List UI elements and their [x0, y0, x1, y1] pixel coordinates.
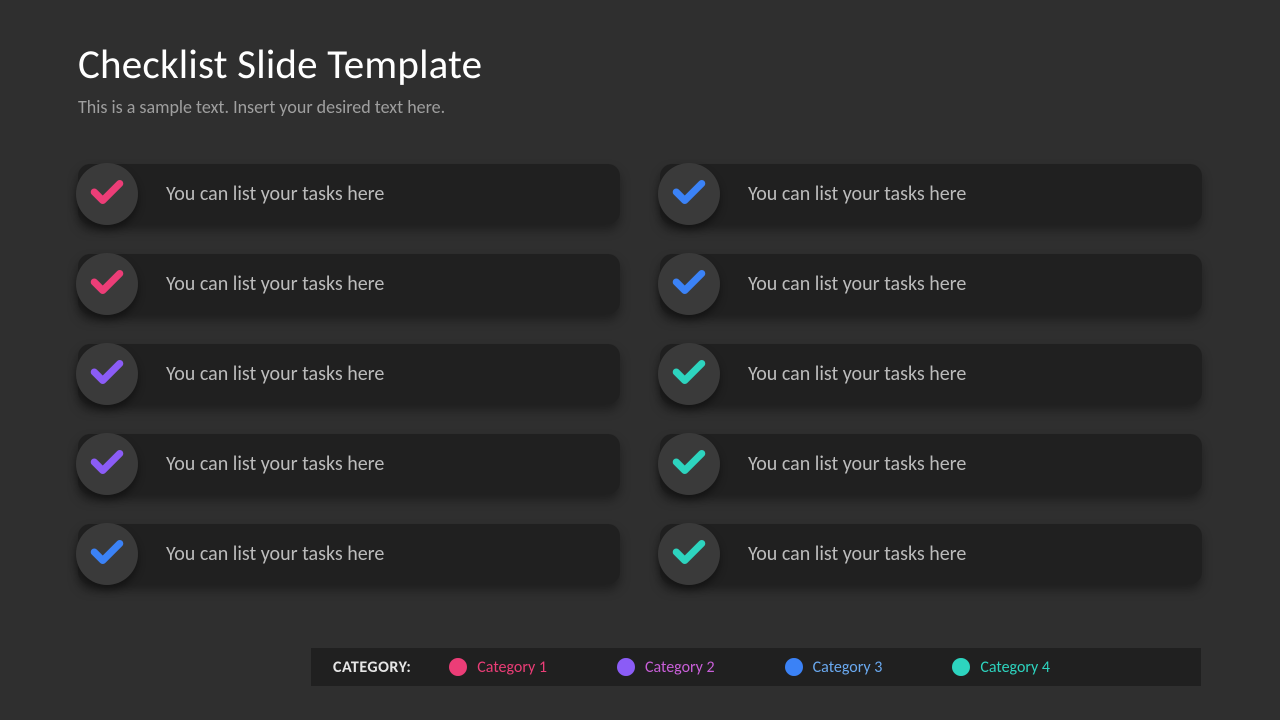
- slide-subtitle: This is a sample text. Insert your desir…: [78, 96, 445, 118]
- legend-dot-icon: [449, 658, 467, 676]
- check-circle: [658, 163, 720, 225]
- legend-label: CATEGORY:: [333, 658, 411, 677]
- check-icon: [90, 535, 124, 574]
- checklist-item-label: You can list your tasks here: [166, 362, 384, 386]
- check-circle: [76, 343, 138, 405]
- checklist-item: You can list your tasks here: [660, 344, 1202, 404]
- legend-dot-icon: [785, 658, 803, 676]
- check-icon: [672, 355, 706, 394]
- legend-item-label: Category 3: [813, 658, 883, 677]
- check-circle: [76, 253, 138, 315]
- check-icon: [90, 355, 124, 394]
- checklist-item-label: You can list your tasks here: [166, 542, 384, 566]
- legend-item: Category 4: [952, 658, 1050, 677]
- checklist-item-label: You can list your tasks here: [166, 272, 384, 296]
- check-icon: [90, 265, 124, 304]
- checklist-item: You can list your tasks here: [78, 344, 620, 404]
- legend-bar: CATEGORY: Category 1 Category 2 Category…: [311, 648, 1201, 686]
- check-circle: [658, 523, 720, 585]
- check-circle: [76, 433, 138, 495]
- checklist-item: You can list your tasks here: [78, 524, 620, 584]
- check-circle: [658, 433, 720, 495]
- checklist-item: You can list your tasks here: [660, 164, 1202, 224]
- legend-dot-icon: [617, 658, 635, 676]
- legend-item: Category 1: [449, 658, 547, 677]
- checklist-item-label: You can list your tasks here: [748, 452, 966, 476]
- checklist-item-label: You can list your tasks here: [166, 182, 384, 206]
- legend-dot-icon: [952, 658, 970, 676]
- checklist-item-label: You can list your tasks here: [748, 542, 966, 566]
- checklist-item-label: You can list your tasks here: [748, 362, 966, 386]
- check-icon: [672, 445, 706, 484]
- check-circle: [658, 343, 720, 405]
- checklist-grid: You can list your tasks here You can lis…: [78, 164, 1202, 584]
- check-icon: [90, 175, 124, 214]
- legend-item-label: Category 2: [645, 658, 715, 677]
- checklist-item: You can list your tasks here: [78, 164, 620, 224]
- checklist-item: You can list your tasks here: [660, 254, 1202, 314]
- check-icon: [672, 265, 706, 304]
- checklist-item-label: You can list your tasks here: [748, 182, 966, 206]
- check-circle: [76, 523, 138, 585]
- checklist-item: You can list your tasks here: [660, 434, 1202, 494]
- checklist-item: You can list your tasks here: [78, 254, 620, 314]
- checklist-item: You can list your tasks here: [78, 434, 620, 494]
- legend-item-label: Category 1: [477, 658, 547, 677]
- check-icon: [672, 175, 706, 214]
- slide-title: Checklist Slide Template: [78, 40, 482, 90]
- checklist-item-label: You can list your tasks here: [166, 452, 384, 476]
- checklist-item: You can list your tasks here: [660, 524, 1202, 584]
- check-icon: [672, 535, 706, 574]
- checklist-item-label: You can list your tasks here: [748, 272, 966, 296]
- check-icon: [90, 445, 124, 484]
- check-circle: [76, 163, 138, 225]
- legend-item: Category 2: [617, 658, 715, 677]
- check-circle: [658, 253, 720, 315]
- legend-item-label: Category 4: [980, 658, 1050, 677]
- legend-item: Category 3: [785, 658, 883, 677]
